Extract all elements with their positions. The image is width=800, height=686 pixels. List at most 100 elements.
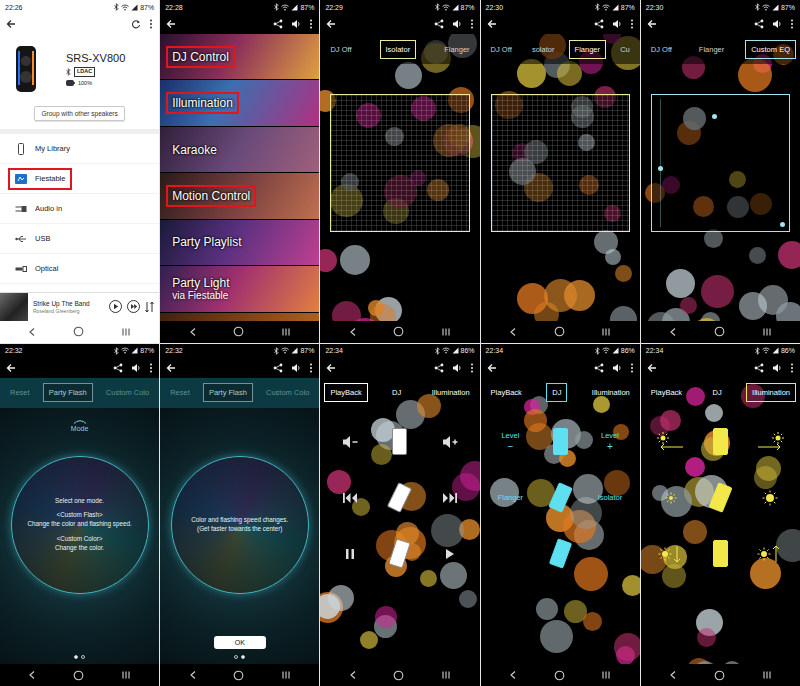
nav-recents-icon[interactable]	[281, 670, 291, 680]
nav-back-icon[interactable]	[509, 327, 517, 337]
volume-icon[interactable]	[291, 19, 301, 29]
nav-home-icon[interactable]	[554, 326, 565, 337]
nav-recents-icon[interactable]	[601, 670, 611, 680]
source-row[interactable]: Optical	[0, 254, 159, 284]
nav-back-icon[interactable]	[189, 327, 197, 337]
back-arrow-icon[interactable]	[326, 19, 336, 29]
menu-tile[interactable]: Party Lightvia Fiestable	[160, 266, 319, 312]
tab[interactable]: Custom Colo	[100, 383, 155, 402]
tab[interactable]: PlayBack	[485, 383, 528, 402]
menu-tile[interactable]: Motion Control	[160, 173, 319, 219]
effect-pad[interactable]	[491, 94, 630, 232]
back-arrow-icon[interactable]	[647, 19, 657, 29]
back-arrow-icon[interactable]	[647, 363, 657, 373]
source-row[interactable]: My Library	[0, 134, 159, 164]
nav-recents-icon[interactable]	[121, 670, 131, 680]
more-options-icon[interactable]	[470, 363, 474, 373]
back-arrow-icon[interactable]	[487, 363, 497, 373]
color-circle[interactable]: Select one mode.<Custom Flash>Change the…	[11, 456, 149, 594]
nav-home-icon[interactable]	[233, 670, 244, 681]
more-options-icon[interactable]	[630, 19, 634, 29]
source-item[interactable]: Optical	[8, 258, 65, 280]
more-options-icon[interactable]	[790, 363, 794, 373]
more-options-icon[interactable]	[149, 19, 153, 29]
back-arrow-icon[interactable]	[6, 363, 16, 373]
nav-back-icon[interactable]	[669, 670, 677, 680]
tab[interactable]: Flanger	[569, 40, 606, 59]
volume-icon[interactable]	[772, 19, 782, 29]
tab[interactable]: Illumination	[586, 383, 636, 402]
nav-back-icon[interactable]	[669, 327, 677, 337]
group-button[interactable]: Group with other speakers	[34, 106, 124, 121]
play-pause-button-icon[interactable]	[109, 300, 122, 313]
page-dot[interactable]	[234, 655, 238, 659]
nav-recents-icon[interactable]	[762, 327, 772, 337]
color-circle[interactable]: Color and flashing speed changes.(Get fa…	[171, 456, 309, 594]
back-arrow-icon[interactable]	[326, 363, 336, 373]
nav-recents-icon[interactable]	[441, 670, 451, 680]
refresh-icon[interactable]	[131, 19, 141, 29]
tab[interactable]: Party Flash	[203, 383, 253, 402]
tab[interactable]: DJ	[706, 383, 727, 402]
tab[interactable]: Illumination	[426, 383, 476, 402]
page-dot[interactable]	[74, 655, 78, 659]
tab[interactable]: Flanger	[438, 40, 475, 59]
nav-home-icon[interactable]	[714, 670, 725, 681]
source-row[interactable]: Fiestable	[0, 164, 159, 194]
page-dot[interactable]	[81, 655, 85, 659]
more-options-icon[interactable]	[470, 19, 474, 29]
volume-icon[interactable]	[612, 363, 622, 373]
nav-recents-icon[interactable]	[762, 670, 772, 680]
nav-home-icon[interactable]	[554, 670, 565, 681]
menu-tile[interactable]: DJ Control	[160, 34, 319, 80]
share-icon[interactable]	[273, 19, 283, 29]
volume-icon[interactable]	[131, 363, 141, 373]
share-icon[interactable]	[594, 363, 604, 373]
menu-tile[interactable]: Karaoke	[160, 127, 319, 173]
tab[interactable]: Isolator	[380, 40, 417, 59]
nav-recents-icon[interactable]	[441, 327, 451, 337]
volume-icon[interactable]	[612, 19, 622, 29]
back-arrow-icon[interactable]	[166, 363, 176, 373]
tab[interactable]: PlayBack	[645, 383, 688, 402]
back-arrow-icon[interactable]	[487, 19, 497, 29]
nav-home-icon[interactable]	[73, 326, 84, 337]
tab[interactable]: Party Flash	[43, 383, 93, 402]
tab[interactable]: Illumination	[746, 383, 796, 402]
tab[interactable]: Cu	[614, 40, 636, 59]
source-item[interactable]: Audio in	[8, 198, 69, 220]
menu-tile[interactable]: Illumination	[160, 80, 319, 126]
tab[interactable]: DJ Off	[645, 40, 678, 59]
volume-icon[interactable]	[291, 363, 301, 373]
speaker-output-icon[interactable]	[145, 301, 155, 313]
tab[interactable]: DJ Off	[485, 40, 518, 59]
nav-home-icon[interactable]	[393, 670, 404, 681]
nav-back-icon[interactable]	[28, 327, 36, 337]
eq-point[interactable]	[658, 166, 663, 171]
menu-tile[interactable]: Party Playlist	[160, 220, 319, 266]
share-icon[interactable]	[113, 363, 123, 373]
share-icon[interactable]	[434, 19, 444, 29]
share-icon[interactable]	[273, 363, 283, 373]
next-track-icon[interactable]	[127, 300, 140, 313]
nav-recents-icon[interactable]	[601, 327, 611, 337]
page-dot[interactable]	[241, 655, 245, 659]
tab[interactable]: Reset	[4, 383, 36, 402]
nav-back-icon[interactable]	[349, 327, 357, 337]
source-row[interactable]: Audio in	[0, 194, 159, 224]
share-icon[interactable]	[594, 19, 604, 29]
tab[interactable]: PlayBack	[324, 383, 367, 402]
nav-back-icon[interactable]	[349, 670, 357, 680]
tab[interactable]: DJ	[546, 383, 567, 402]
nav-back-icon[interactable]	[28, 670, 36, 680]
more-options-icon[interactable]	[149, 363, 153, 373]
tab[interactable]: Flanger	[693, 40, 730, 59]
custom-eq-pad[interactable]	[651, 94, 790, 232]
source-item[interactable]: USB	[8, 228, 57, 250]
eq-point[interactable]	[712, 114, 717, 119]
nav-back-icon[interactable]	[189, 670, 197, 680]
source-row[interactable]: USB	[0, 224, 159, 254]
nav-back-icon[interactable]	[509, 670, 517, 680]
tab[interactable]: DJ Off	[324, 40, 357, 59]
nav-recents-icon[interactable]	[121, 327, 131, 337]
